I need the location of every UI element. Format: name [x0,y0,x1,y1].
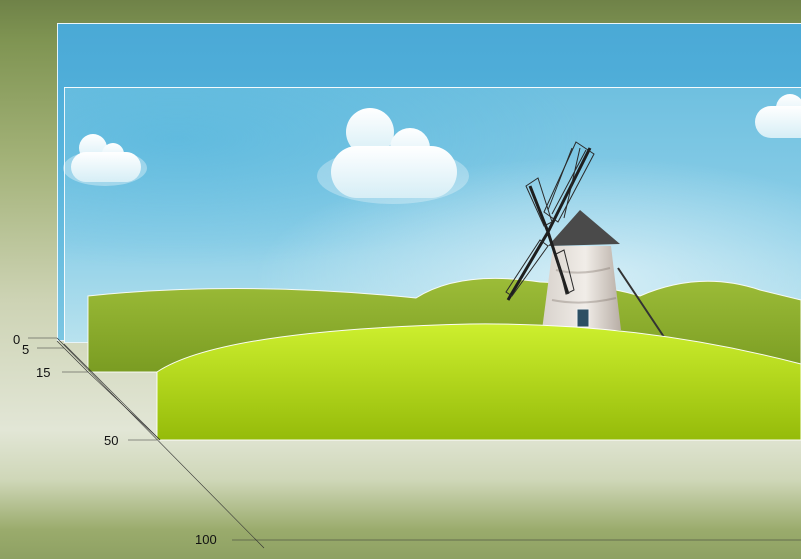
depth-label-5: 5 [22,342,30,357]
depth-label-100: 100 [195,532,217,547]
depth-label-50: 50 [104,433,119,448]
depth-label-15: 15 [36,365,51,380]
depth-label-0: 0 [13,332,21,347]
